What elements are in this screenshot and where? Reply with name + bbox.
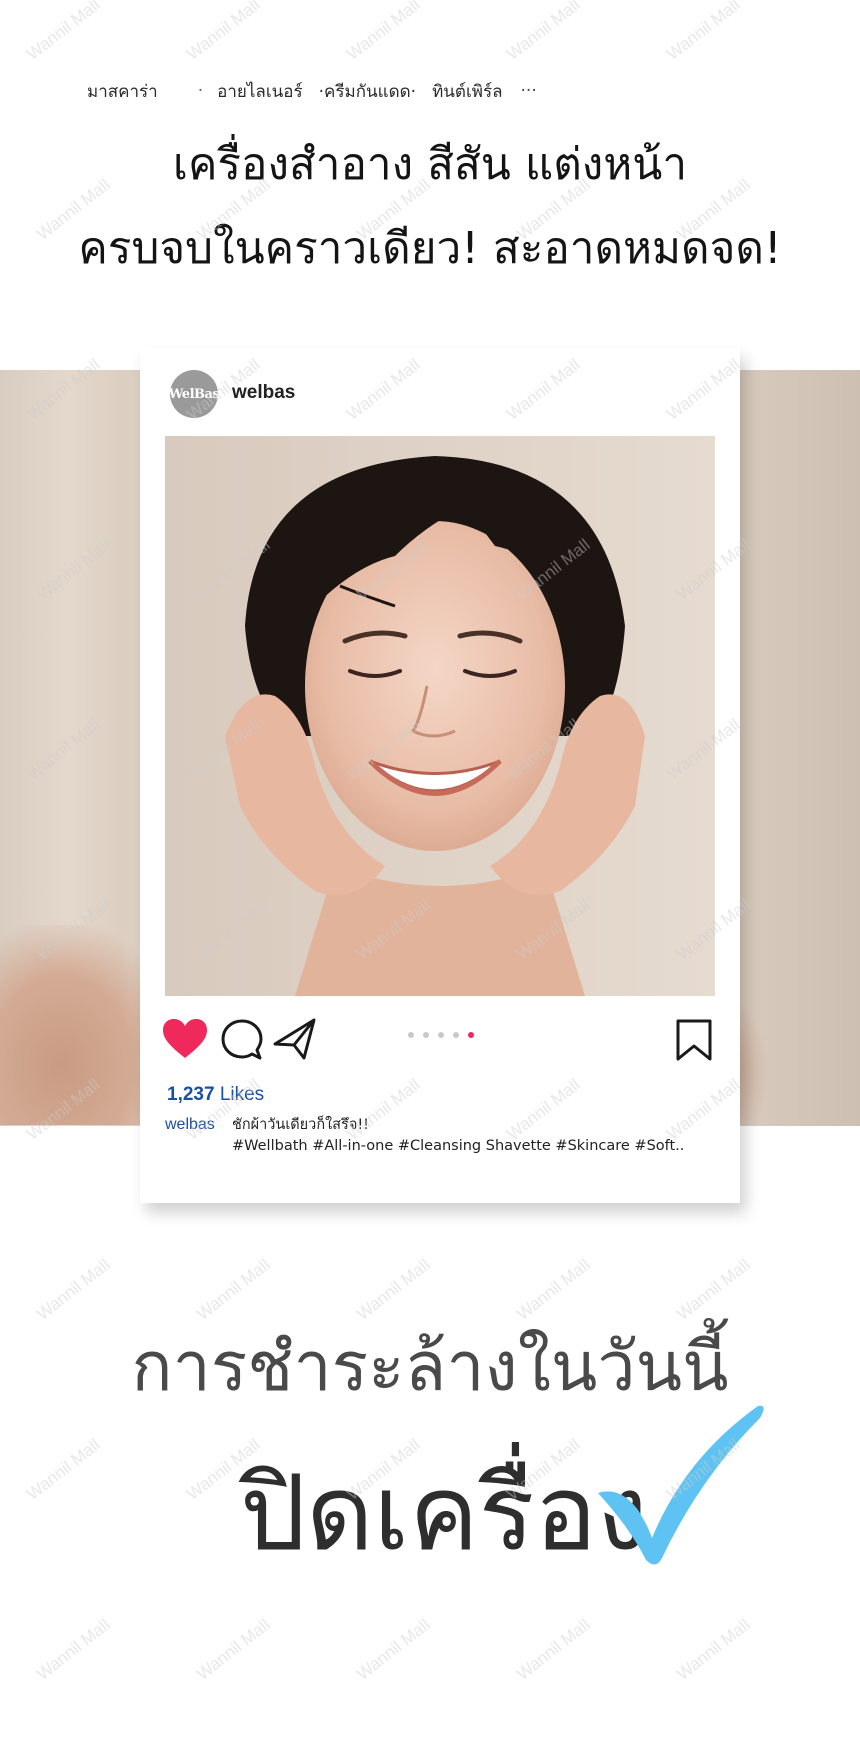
post-action-bar — [140, 1008, 740, 1068]
comment-icon[interactable] — [220, 1018, 264, 1062]
tag-mascara[interactable]: มาสคาร่า — [87, 78, 158, 105]
watermark-text: Wannil Mall — [23, 1435, 104, 1504]
tag-tint[interactable]: ทินต์เพิร์ล — [432, 78, 502, 105]
watermark-text: Wannil Mall — [23, 0, 104, 64]
caption: ชักผ้าวันเดียวก็ใสรึจ!! #Wellbath #All-i… — [232, 1115, 722, 1157]
watermark-text: Wannil Mall — [663, 0, 744, 64]
watermark-text: Wannil Mall — [183, 0, 264, 64]
likes-label: Likes — [219, 1084, 265, 1105]
post-photo[interactable] — [165, 436, 715, 996]
main-title: ปิดเครื่อง — [240, 1452, 648, 1574]
likes-count[interactable]: 1,237 Likes — [167, 1084, 264, 1106]
watermark-text: Wannil Mall — [673, 1615, 754, 1684]
carousel-dot — [468, 1032, 474, 1038]
social-post-card: WelBas welbas 1,237 Likes welbas ชักผ้าว… — [140, 348, 740, 1203]
avatar[interactable]: WelBas — [169, 370, 220, 418]
carousel-dot — [408, 1032, 414, 1038]
carousel-dot — [423, 1032, 429, 1038]
likes-number: 1,237 — [167, 1084, 215, 1105]
watermark-text: Wannil Mall — [343, 0, 424, 64]
share-icon[interactable] — [272, 1016, 318, 1062]
caption-hashtags[interactable]: #Wellbath #All-in-one #Cleansing Shavett… — [232, 1136, 722, 1157]
category-tags: มาสคาร่า · อายไลเนอร์ ·ครีมกันแดด· ทินต์… — [87, 76, 537, 106]
heart-icon[interactable] — [162, 1018, 208, 1060]
more-tags-ellipsis[interactable]: ··· — [521, 81, 537, 101]
tag-eyeliner[interactable]: อายไลเนอร์ — [217, 78, 302, 105]
watermark-text: Wannil Mall — [33, 1615, 114, 1684]
tag-sunscreen[interactable]: ·ครีมกันแดด· — [319, 78, 416, 105]
carousel-indicator — [408, 1032, 474, 1038]
carousel-dot — [453, 1032, 459, 1038]
watermark-text: Wannil Mall — [503, 0, 584, 64]
watermark-text: Wannil Mall — [193, 1615, 274, 1684]
tag-separator: · — [197, 81, 204, 101]
caption-username[interactable]: welbas — [165, 1116, 215, 1134]
caption-line-1: ชักผ้าวันเดียวก็ใสรึจ!! — [232, 1117, 369, 1133]
watermark-text: Wannil Mall — [513, 1615, 594, 1684]
headline-line-2: ครบจบในคราวเดียว! สะอาดหมดจด! — [78, 223, 782, 274]
carousel-dot — [438, 1032, 444, 1038]
headline-line-1: เครื่องสำอาง สีสัน แต่งหน้า — [172, 139, 688, 190]
post-username[interactable]: welbas — [232, 382, 295, 404]
watermark-text: Wannil Mall — [353, 1615, 434, 1684]
headline: เครื่องสำอาง สีสัน แต่งหน้า ครบจบในคราวเ… — [0, 132, 860, 282]
checkmark-icon — [598, 1405, 764, 1565]
smiling-woman-illustration — [165, 436, 715, 996]
bookmark-icon[interactable] — [674, 1018, 714, 1062]
